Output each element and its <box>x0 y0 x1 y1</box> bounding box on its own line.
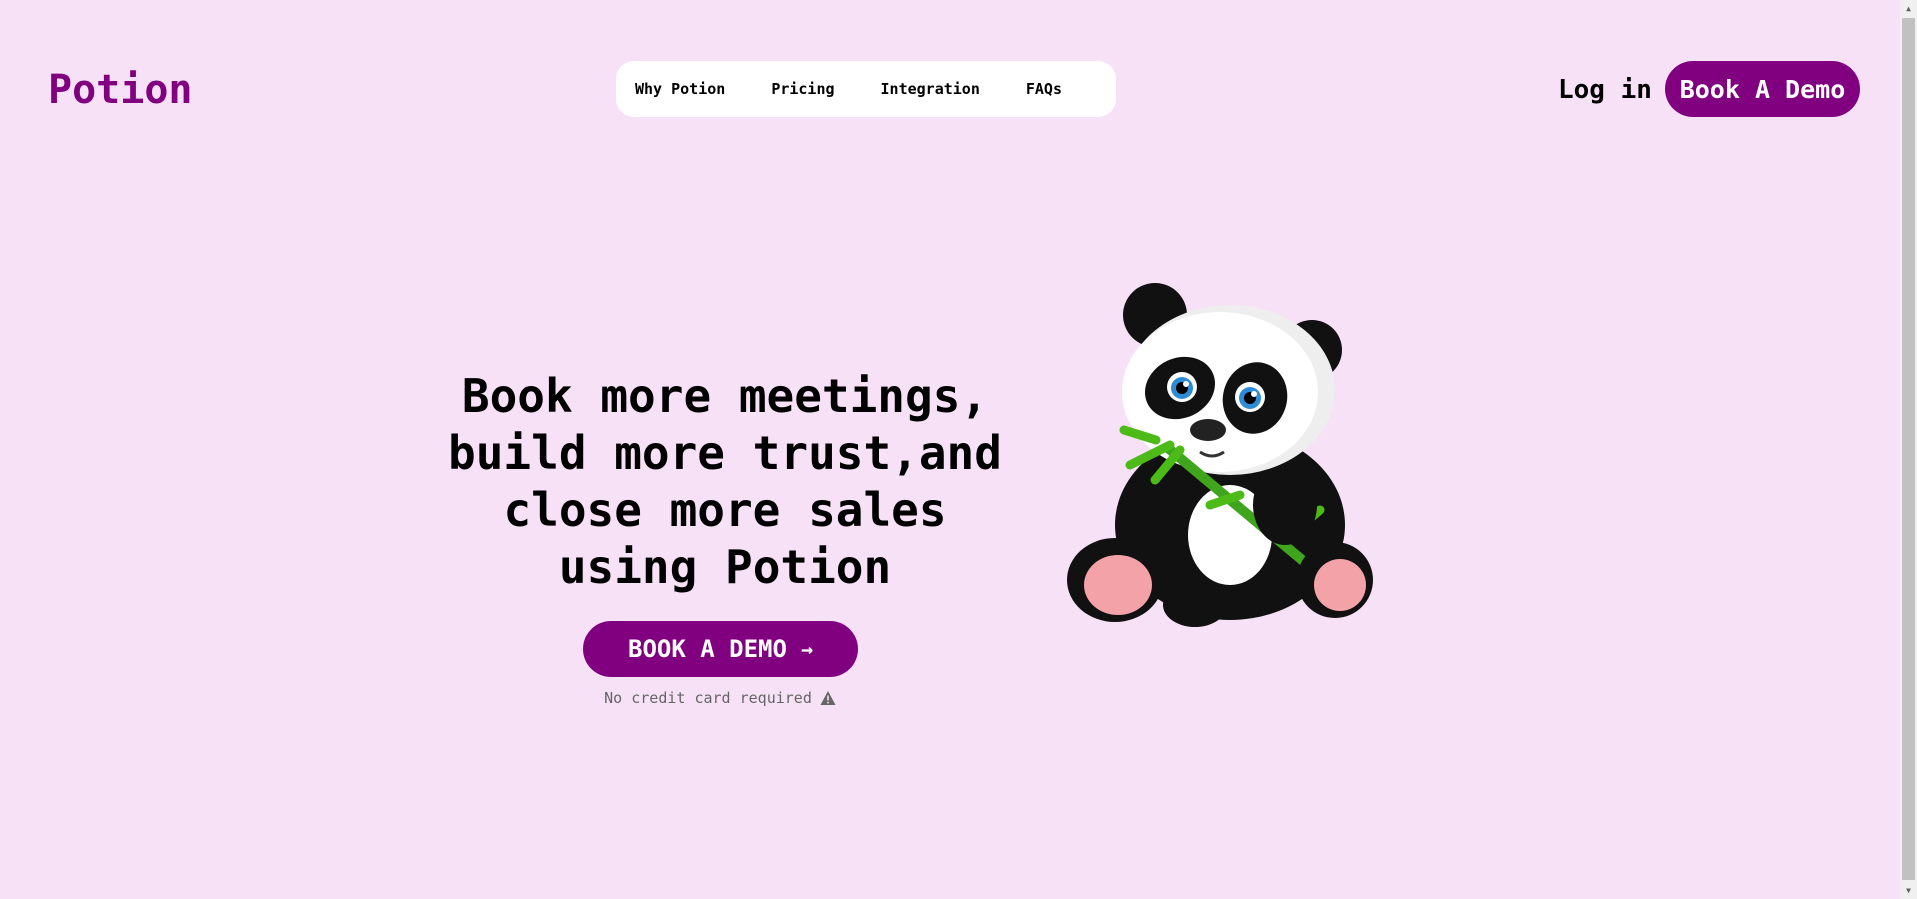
no-credit-card-note: No credit card required <box>590 689 850 707</box>
hero-cta-label: BOOK A DEMO <box>628 635 787 663</box>
hero-title-line: Book more meetings, <box>461 369 989 423</box>
nav-integration[interactable]: Integration <box>881 80 980 98</box>
login-link[interactable]: Log in <box>1558 73 1652 107</box>
hero-book-demo-button[interactable]: BOOK A DEMO → <box>583 621 858 677</box>
arrow-right-icon: → <box>800 637 813 661</box>
hero-title-line: close more sales <box>503 483 947 537</box>
nav-why-potion[interactable]: Why Potion <box>635 80 725 98</box>
scroll-down-icon[interactable]: ▼ <box>1900 882 1917 899</box>
page-scrollbar[interactable]: ▲ ▼ <box>1900 0 1917 899</box>
scroll-thumb[interactable] <box>1902 18 1915 880</box>
note-text: No credit card required <box>604 689 812 707</box>
brand-logo[interactable]: Potion <box>48 66 193 114</box>
panda-illustration <box>1067 283 1373 627</box>
hero-title-line: using Potion <box>558 540 892 594</box>
book-demo-button[interactable]: Book A Demo <box>1665 61 1860 117</box>
hero-title: Book more meetings, build more trust,and… <box>440 368 1010 596</box>
nav-pricing[interactable]: Pricing <box>771 80 834 98</box>
hero-title-line: build more trust,and <box>448 426 1002 480</box>
warning-icon <box>820 691 836 705</box>
scroll-up-icon[interactable]: ▲ <box>1900 0 1917 17</box>
main-nav: Why Potion Pricing Integration FAQs <box>616 61 1116 117</box>
nav-faqs[interactable]: FAQs <box>1026 80 1062 98</box>
